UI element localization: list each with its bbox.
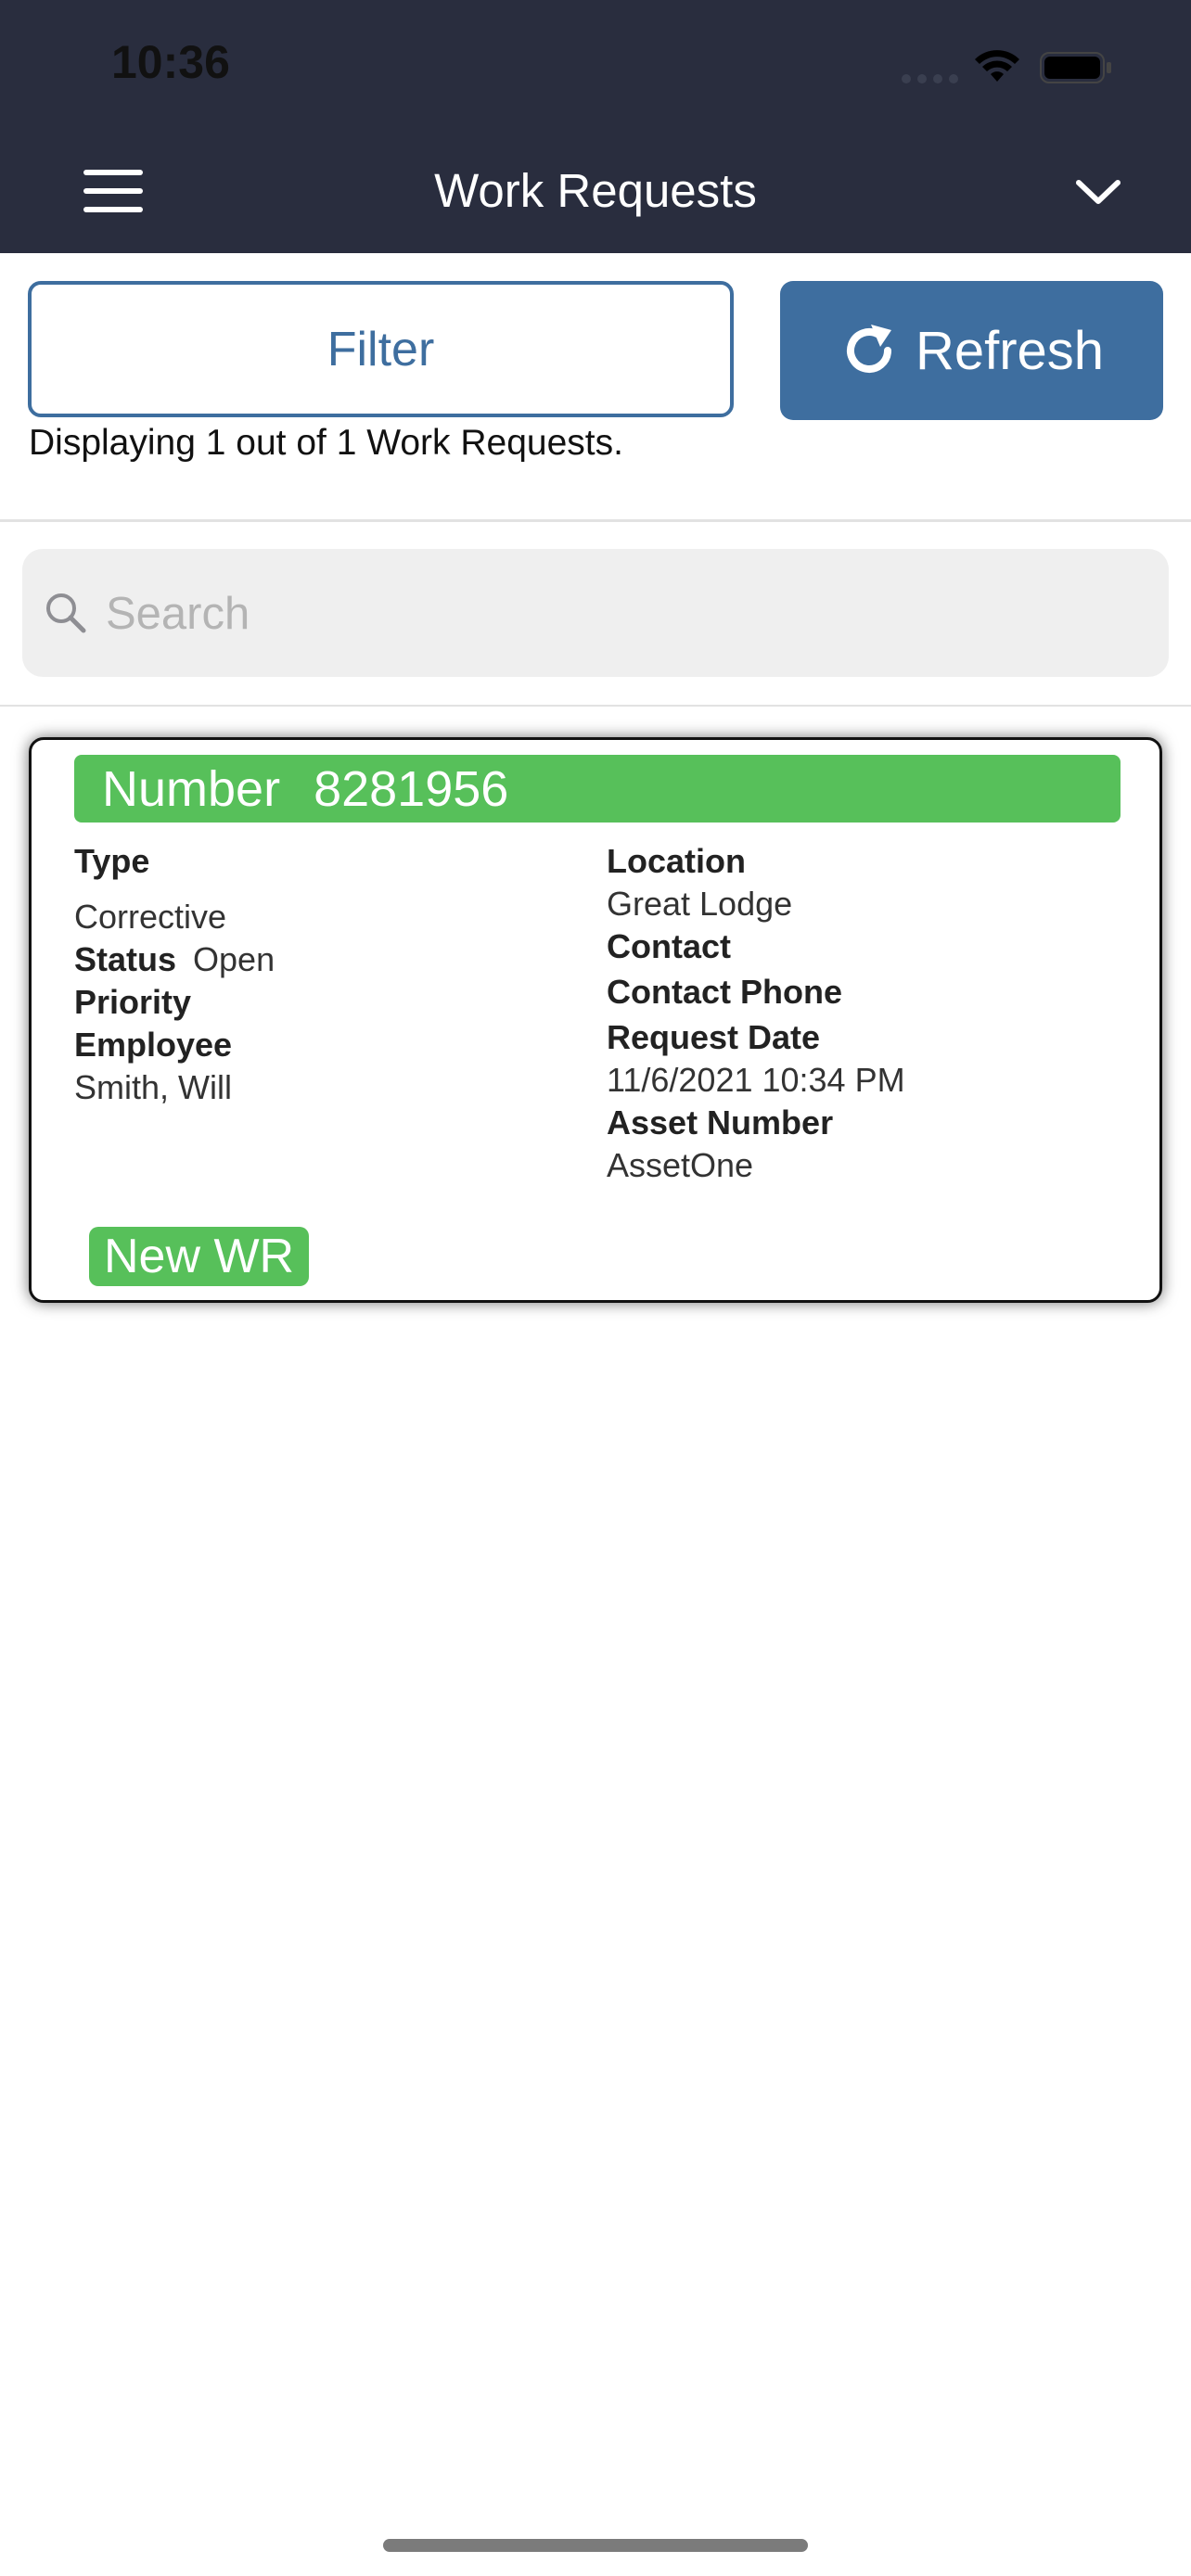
refresh-icon [847, 325, 891, 373]
number-label: Number [102, 760, 281, 817]
work-request-card[interactable]: Number 8281956 Type Corrective Status Op… [29, 737, 1162, 1303]
asset-number-value: AssetOne [607, 1146, 754, 1184]
employee-value: Smith, Will [74, 1068, 232, 1106]
type-value: Corrective [74, 898, 227, 936]
type-label: Type [74, 842, 150, 880]
divider [0, 519, 1191, 522]
contact-phone-label: Contact Phone [607, 973, 843, 1011]
cellular-signal-icon [902, 74, 958, 83]
status-value: Open [193, 940, 275, 978]
priority-label: Priority [74, 983, 192, 1021]
refresh-button[interactable]: Refresh [780, 281, 1163, 420]
app-header: 10:36 Work Requests [0, 0, 1191, 253]
page-title: Work Requests [434, 164, 757, 217]
status-time: 10:36 [111, 36, 230, 88]
refresh-button-label: Refresh [915, 320, 1105, 381]
card-right-column: Location Great Lodge Contact Contact Pho… [607, 840, 1126, 1187]
divider [0, 705, 1191, 707]
filter-button-label: Filter [327, 322, 435, 376]
results-count: Displaying 1 out of 1 Work Requests. [29, 423, 623, 463]
request-date-value: 11/6/2021 10:34 PM [607, 1061, 905, 1099]
battery-icon [1040, 52, 1111, 83]
asset-number-label: Asset Number [607, 1103, 834, 1141]
request-date-label: Request Date [607, 1018, 821, 1056]
location-label: Location [607, 842, 746, 880]
contact-label: Contact [607, 927, 731, 965]
home-indicator[interactable] [383, 2539, 808, 2552]
search-input[interactable] [104, 577, 1128, 651]
new-wr-badge: New WR [89, 1227, 310, 1286]
status-row: Status Open [74, 938, 557, 981]
wifi-icon [975, 50, 1019, 82]
location-value: Great Lodge [607, 885, 793, 923]
search-icon [46, 593, 86, 633]
status-label: Status [74, 940, 177, 978]
filter-button[interactable]: Filter [28, 281, 734, 417]
search-bar[interactable] [22, 549, 1169, 677]
chevron-down-icon[interactable] [1074, 176, 1122, 208]
work-request-number-bar: Number 8281956 [74, 755, 1121, 823]
employee-label: Employee [74, 1026, 233, 1064]
number-value: 8281956 [314, 760, 509, 817]
card-left-column: Type Corrective Status Open Priority Emp… [74, 840, 557, 1109]
